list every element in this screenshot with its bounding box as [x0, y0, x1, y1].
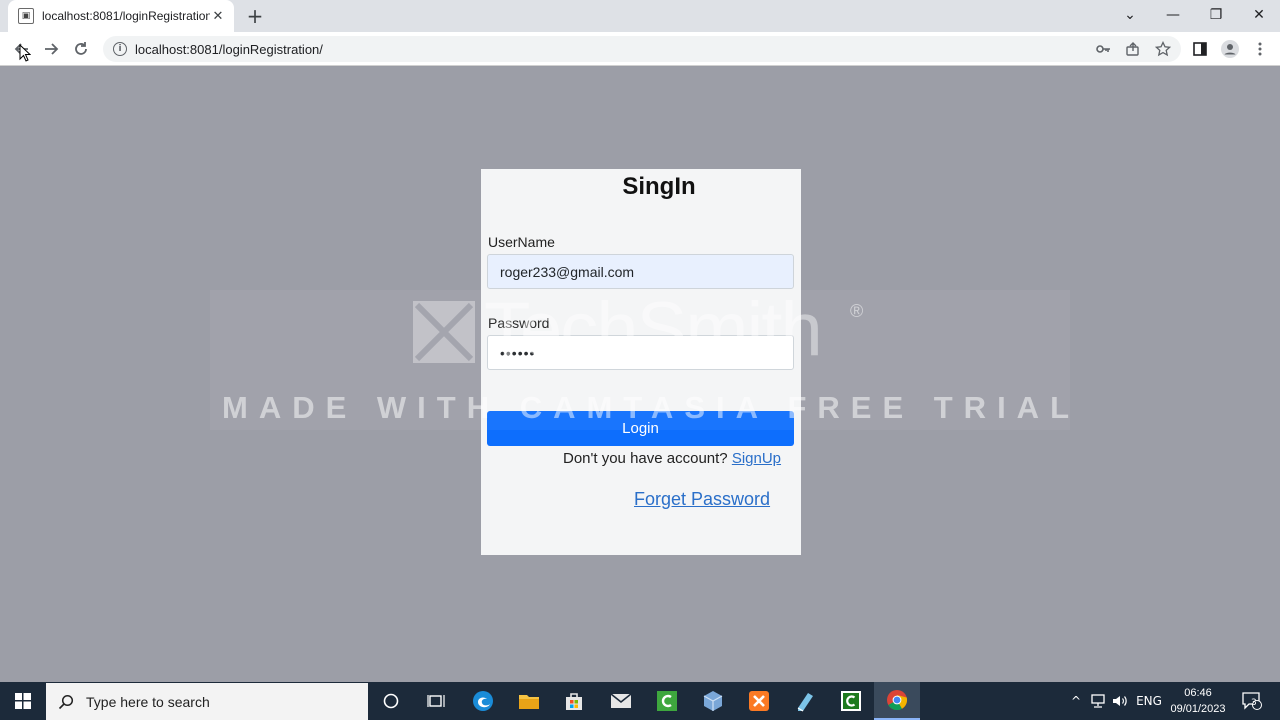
key-icon[interactable]: [1091, 37, 1115, 61]
edge-icon[interactable]: [460, 682, 506, 720]
start-button[interactable]: [0, 682, 46, 720]
arrow-right-icon: [45, 43, 59, 55]
cortana-icon[interactable]: [368, 682, 414, 720]
menu-kebab-icon[interactable]: [1246, 35, 1274, 63]
volume-icon[interactable]: [1110, 682, 1130, 720]
signup-prompt: Don't you have account? SignUp: [563, 450, 781, 467]
virtualbox-icon[interactable]: [690, 682, 736, 720]
browser-toolbar: i localhost:8081/loginRegistration/: [0, 32, 1280, 66]
bookmark-star-icon[interactable]: [1151, 37, 1175, 61]
username-input[interactable]: roger233@gmail.com: [487, 254, 794, 289]
camtasia-icon[interactable]: [644, 682, 690, 720]
task-view-icon[interactable]: [413, 682, 459, 720]
reload-button[interactable]: [67, 35, 95, 63]
taskbar-search-input[interactable]: Type here to search: [46, 683, 368, 720]
profile-avatar-icon[interactable]: [1216, 35, 1244, 63]
file-explorer-icon[interactable]: [506, 682, 552, 720]
watermark-trial-text: MADE WITH CAMTASIA FREE TRIAL: [222, 390, 1081, 425]
tab-search-icon[interactable]: ⌄: [1108, 0, 1152, 30]
signup-prompt-text: Don't you have account?: [563, 450, 728, 467]
tab-close-icon[interactable]: ✕: [210, 8, 226, 24]
tab-title: localhost:8081/loginRegistration/: [42, 9, 210, 23]
side-panel-icon[interactable]: [1186, 35, 1214, 63]
windows-taskbar: Type here to search ^ ENG 06:46 09/01/20…: [0, 682, 1280, 720]
tray-overflow-icon[interactable]: ^: [1066, 682, 1086, 720]
camtasia-recorder-icon[interactable]: [828, 682, 874, 720]
address-bar[interactable]: i localhost:8081/loginRegistration/: [103, 36, 1181, 62]
windows-logo-icon: [15, 693, 31, 709]
notification-center-icon[interactable]: 3: [1238, 682, 1266, 720]
watermark-brand: TechSmith: [484, 287, 823, 372]
techsmith-logo-icon: [413, 301, 475, 363]
forget-password-link[interactable]: Forget Password: [634, 489, 770, 510]
close-window-button[interactable]: ✕: [1237, 0, 1280, 30]
watermark-registered: ®: [850, 301, 864, 321]
tab-strip: ▣ localhost:8081/loginRegistration/ ✕ + …: [0, 0, 1280, 32]
share-icon[interactable]: [1121, 37, 1145, 61]
info-icon[interactable]: i: [113, 42, 127, 56]
language-indicator[interactable]: ENG: [1134, 682, 1164, 720]
mouse-cursor-icon: [19, 44, 31, 62]
notification-count: 3: [1251, 698, 1257, 708]
new-tab-button[interactable]: +: [244, 4, 266, 28]
restore-button[interactable]: ❐: [1194, 0, 1238, 30]
username-label: UserName: [488, 234, 555, 250]
browser-tab[interactable]: ▣ localhost:8081/loginRegistration/ ✕: [8, 0, 234, 32]
minimize-button[interactable]: —: [1151, 0, 1195, 30]
reload-icon: [75, 42, 87, 55]
clock-date: 09/01/2023: [1170, 703, 1226, 715]
signup-link[interactable]: SignUp: [732, 450, 781, 467]
forward-button[interactable]: [37, 35, 65, 63]
chrome-icon[interactable]: [874, 682, 920, 720]
search-placeholder: Type here to search: [86, 693, 210, 710]
favicon-icon: ▣: [18, 8, 34, 24]
page-title: SingIn: [622, 173, 696, 200]
clock[interactable]: 06:46 09/01/2023: [1168, 685, 1228, 717]
notepad-icon[interactable]: [782, 682, 828, 720]
search-icon: [58, 694, 74, 709]
network-icon[interactable]: [1088, 682, 1108, 720]
mail-icon[interactable]: [598, 682, 644, 720]
url-text[interactable]: localhost:8081/loginRegistration/: [135, 42, 323, 57]
microsoft-store-icon[interactable]: [551, 682, 597, 720]
clock-time: 06:46: [1184, 687, 1212, 699]
xampp-icon[interactable]: [736, 682, 782, 720]
